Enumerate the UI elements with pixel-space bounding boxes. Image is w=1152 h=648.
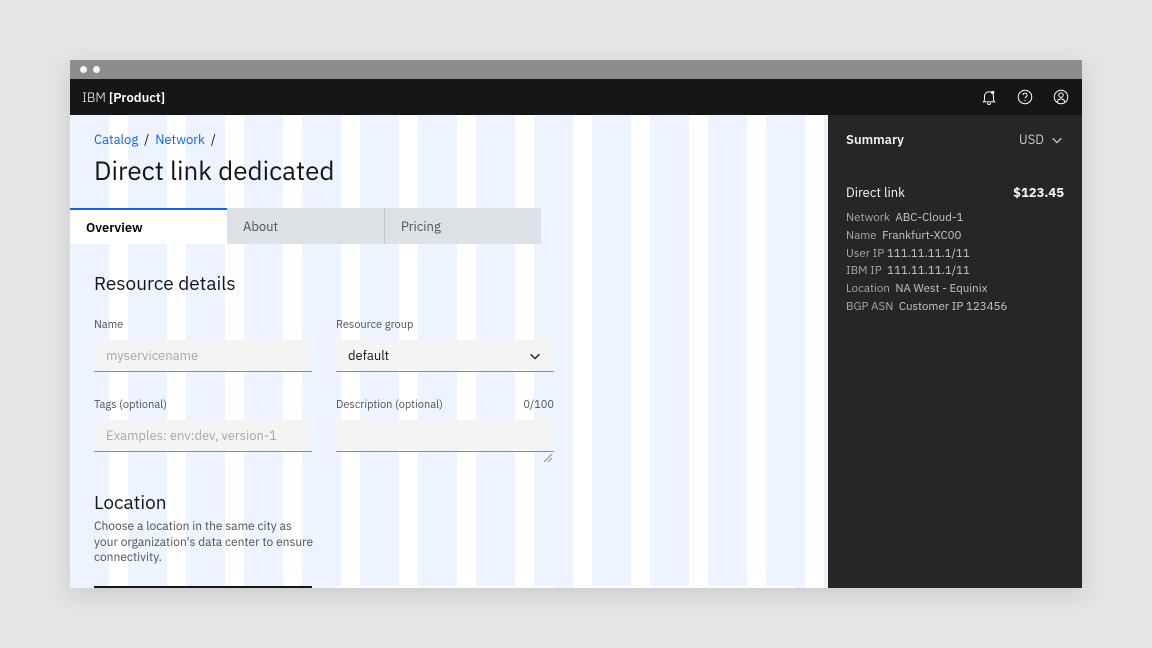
field-tags: Tags (optional): [94, 398, 312, 457]
field-name: Name: [94, 318, 312, 372]
breadcrumb: Catalog / Network /: [94, 131, 804, 148]
currency-value: USD: [1019, 131, 1044, 148]
name-input[interactable]: [94, 340, 312, 372]
browser-window: IBM [Product] Catalog / Network / Direct…: [70, 60, 1082, 588]
label-desc: Description (optional): [336, 398, 443, 412]
summary-line-item: Direct link $123.45: [846, 184, 1064, 201]
detail-row: Name Frankfurt-XC00: [846, 227, 1064, 245]
user-icon[interactable]: [1052, 88, 1070, 106]
window-chrome: [70, 60, 1082, 79]
resource-group-select[interactable]: default: [336, 340, 554, 372]
tab-overview[interactable]: Overview: [70, 208, 227, 244]
location-hint: Choose a location in the same city as yo…: [94, 519, 314, 566]
brand-light: IBM: [82, 89, 106, 106]
form-row-2: Tags (optional) Description (optional) 0…: [94, 398, 804, 457]
form-row-1: Name Resource group default: [94, 318, 804, 372]
detail-row: Network ABC-Cloud-1: [846, 209, 1064, 227]
char-counter: 0/100: [523, 398, 554, 412]
summary-header: Summary USD: [846, 131, 1064, 148]
window-dot: [93, 66, 100, 73]
breadcrumb-link-network[interactable]: Network: [155, 131, 205, 148]
breadcrumb-link-catalog[interactable]: Catalog: [94, 131, 138, 148]
header-icons: [980, 88, 1070, 106]
content-row: Catalog / Network / Direct link dedicate…: [70, 115, 1082, 588]
tile-european-union[interactable]: European Union: [578, 586, 796, 588]
chevron-down-icon: [1050, 133, 1064, 147]
detail-row: Location NA West - Equinix: [846, 280, 1064, 298]
summary-details: Network ABC-Cloud-1 Name Frankfurt-XC00 …: [846, 209, 1064, 316]
help-icon[interactable]: [1016, 88, 1034, 106]
summary-title: Summary: [846, 131, 904, 148]
field-description: Description (optional) 0/100: [336, 398, 554, 457]
tile-north-america[interactable]: North America: [94, 586, 312, 588]
field-resource-group: Resource group default: [336, 318, 554, 372]
tabs: Overview About Pricing: [70, 208, 804, 244]
label-tags: Tags (optional): [94, 398, 167, 412]
section-title-location: Location: [94, 491, 804, 515]
main-panel: Catalog / Network / Direct link dedicate…: [70, 115, 828, 588]
line-item-price: $123.45: [1013, 184, 1064, 201]
section-title-resource: Resource details: [94, 272, 804, 296]
tab-about[interactable]: About: [227, 208, 384, 244]
detail-row: User IP 111.11.11.1/11: [846, 245, 1064, 263]
tags-input[interactable]: [94, 420, 312, 452]
detail-row: IBM IP 111.11.11.1/11: [846, 262, 1064, 280]
tile-south-america[interactable]: South America: [336, 586, 554, 588]
select-value: default: [348, 347, 389, 364]
tab-pricing[interactable]: Pricing: [384, 208, 541, 244]
brand: IBM [Product]: [82, 89, 165, 106]
window-dot: [80, 66, 87, 73]
breadcrumb-sep: /: [211, 131, 216, 148]
label-name: Name: [94, 318, 123, 332]
location-tiles: North America South America European Uni…: [94, 586, 804, 588]
brand-bold: [Product]: [109, 89, 165, 106]
app-header: IBM [Product]: [70, 79, 1082, 115]
tab-label: About: [243, 218, 278, 235]
breadcrumb-sep: /: [144, 131, 149, 148]
label-group: Resource group: [336, 318, 413, 332]
currency-select[interactable]: USD: [1019, 131, 1064, 148]
summary-panel: Summary USD Direct link $123.45 Network …: [828, 115, 1082, 588]
tab-label: Pricing: [401, 218, 441, 235]
chevron-down-icon: [528, 349, 542, 363]
description-input[interactable]: [336, 420, 554, 452]
tab-label: Overview: [86, 219, 143, 236]
resize-handle[interactable]: [544, 447, 552, 455]
notifications-icon[interactable]: [980, 88, 998, 106]
page-title: Direct link dedicated: [94, 154, 804, 188]
detail-row: BGP ASN Customer IP 123456: [846, 298, 1064, 316]
line-item-name: Direct link: [846, 184, 905, 201]
